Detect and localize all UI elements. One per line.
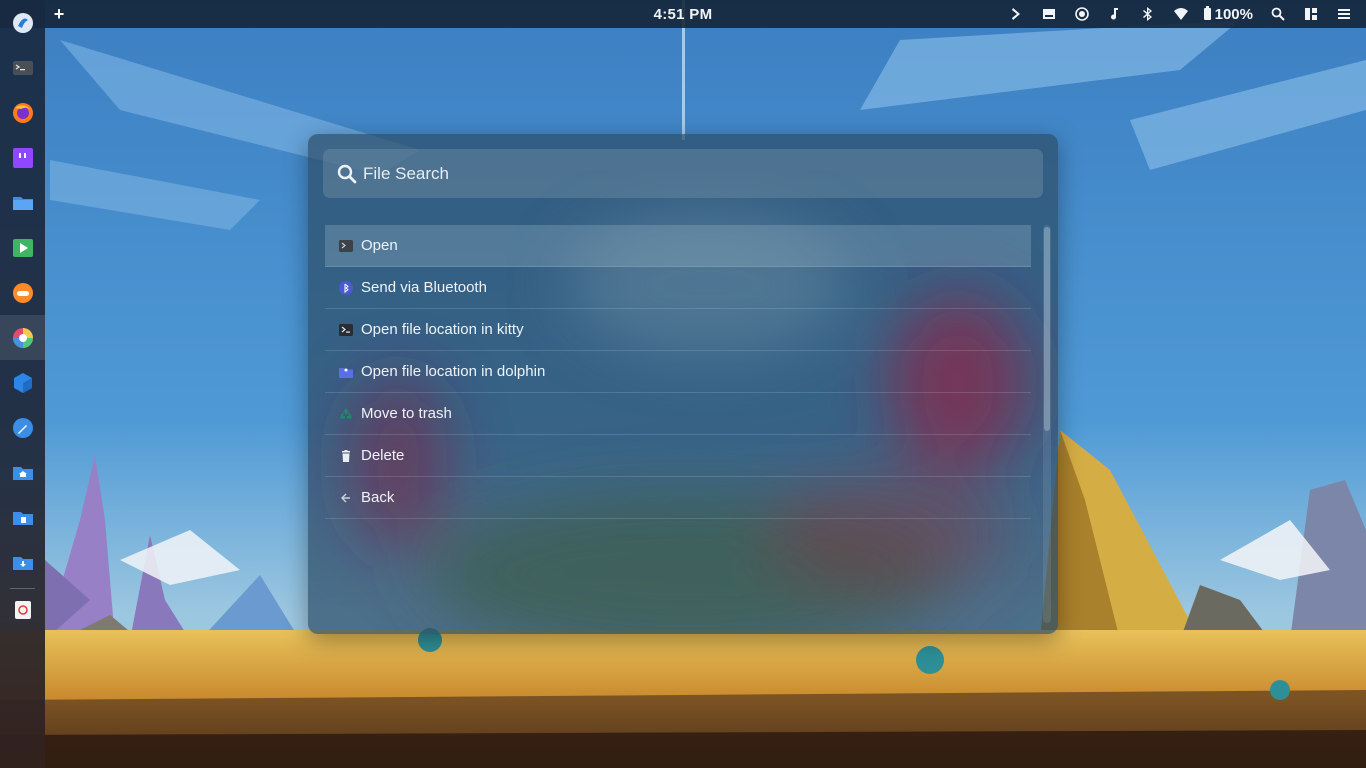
file-search-input[interactable] bbox=[363, 163, 1043, 184]
bluetooth-icon[interactable] bbox=[1132, 0, 1165, 28]
result-label: Open file location in dolphin bbox=[361, 363, 546, 380]
battery-icon bbox=[1203, 6, 1211, 20]
drive-icon[interactable] bbox=[1033, 0, 1066, 28]
media-player-icon[interactable] bbox=[0, 225, 45, 270]
search-icon[interactable] bbox=[1261, 0, 1294, 28]
top-bar: + 4:51 PM 100% bbox=[0, 0, 1366, 28]
add-workspace-button[interactable]: + bbox=[50, 2, 68, 26]
trash-icon bbox=[339, 449, 353, 463]
downloads-folder-icon[interactable] bbox=[0, 540, 45, 585]
result-label: Open file location in kitty bbox=[361, 321, 524, 338]
launcher-panel: Open Send via Bluetooth Open file locati… bbox=[308, 134, 1058, 634]
dock bbox=[0, 0, 45, 768]
terminal-icon bbox=[339, 239, 353, 253]
scrollbar-thumb[interactable] bbox=[1044, 227, 1050, 431]
result-label: Open bbox=[361, 237, 398, 254]
result-move-to-trash[interactable]: Move to trash bbox=[325, 393, 1031, 435]
pen-tool-icon[interactable] bbox=[0, 405, 45, 450]
box-app-icon[interactable] bbox=[0, 360, 45, 405]
result-open[interactable]: Open bbox=[325, 225, 1031, 267]
layout-icon[interactable] bbox=[1294, 0, 1327, 28]
search-icon bbox=[337, 164, 357, 183]
recycle-icon bbox=[339, 407, 353, 421]
results-list: Open Send via Bluetooth Open file locati… bbox=[325, 225, 1031, 519]
music-icon[interactable] bbox=[1099, 0, 1132, 28]
trash-icon[interactable] bbox=[0, 587, 45, 632]
twitch-icon[interactable] bbox=[0, 135, 45, 180]
result-back[interactable]: Back bbox=[325, 477, 1031, 519]
results-scrollbar[interactable] bbox=[1043, 225, 1051, 623]
battery-percent: 100% bbox=[1214, 5, 1253, 23]
bluetooth-icon bbox=[339, 280, 353, 295]
record-icon[interactable] bbox=[1066, 0, 1099, 28]
chevron-right-icon[interactable] bbox=[1000, 0, 1033, 28]
menu-icon[interactable] bbox=[1327, 0, 1360, 28]
result-label: Delete bbox=[361, 447, 405, 464]
firefox-icon[interactable] bbox=[0, 90, 45, 135]
result-label: Send via Bluetooth bbox=[361, 279, 487, 296]
system-tray: 100% bbox=[1000, 0, 1360, 28]
terminal-icon[interactable] bbox=[0, 45, 45, 90]
terminal-icon bbox=[339, 323, 353, 337]
color-picker-icon[interactable] bbox=[0, 315, 45, 360]
result-label: Back bbox=[361, 489, 395, 506]
wifi-icon[interactable] bbox=[1165, 0, 1198, 28]
battery-indicator[interactable]: 100% bbox=[1198, 0, 1261, 28]
file-manager-icon[interactable] bbox=[0, 180, 45, 225]
result-open-in-kitty[interactable]: Open file location in kitty bbox=[325, 309, 1031, 351]
folder-icon bbox=[339, 365, 353, 379]
back-arrow-icon bbox=[339, 491, 353, 505]
home-folder-icon[interactable] bbox=[0, 450, 45, 495]
result-label: Move to trash bbox=[361, 405, 452, 422]
app-launcher-icon[interactable] bbox=[0, 0, 45, 45]
documents-folder-icon[interactable] bbox=[0, 495, 45, 540]
result-open-in-dolphin[interactable]: Open file location in dolphin bbox=[325, 351, 1031, 393]
file-search-box[interactable] bbox=[323, 149, 1043, 198]
result-send-via-bluetooth[interactable]: Send via Bluetooth bbox=[325, 267, 1031, 309]
result-delete[interactable]: Delete bbox=[325, 435, 1031, 477]
game-controller-icon[interactable] bbox=[0, 270, 45, 315]
